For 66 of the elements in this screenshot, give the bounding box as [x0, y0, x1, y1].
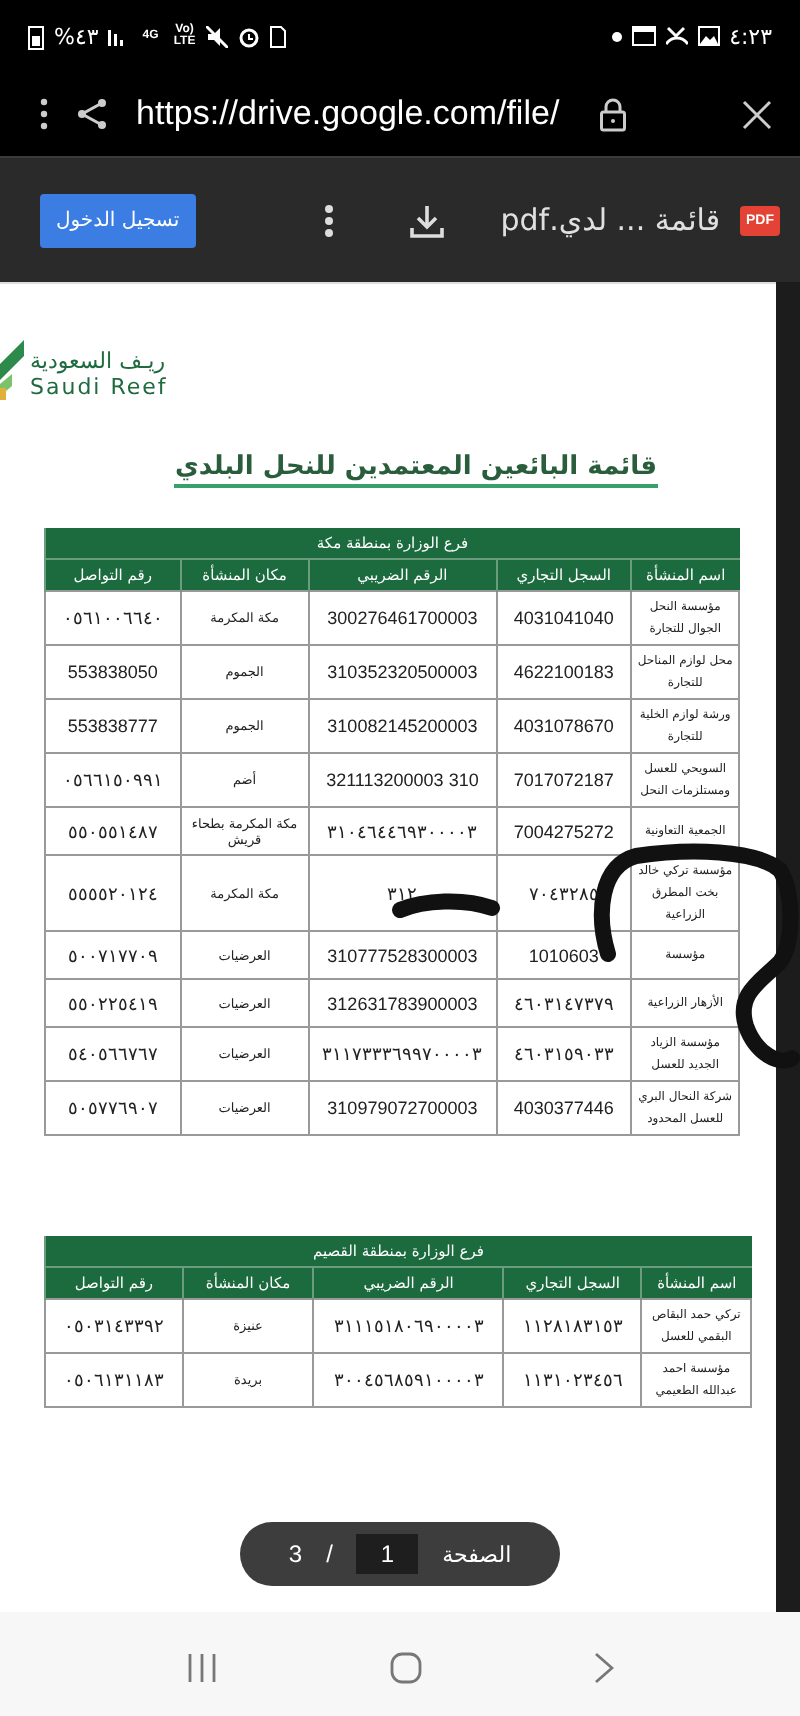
page-separator: /: [326, 1540, 333, 1568]
table-cell: 310979072700003: [308, 1081, 497, 1135]
table-cell: ٥٥٥٥٢٠١٢٤: [45, 855, 181, 931]
more-icon[interactable]: [324, 203, 335, 237]
table-cell: 300276461700003: [308, 591, 497, 645]
table-cell: ٥٥٠٥٥١٤٨٧: [45, 807, 181, 855]
url-text[interactable]: https://drive.google.com/file/: [136, 94, 572, 134]
table-cell: ٤٦٠٣١٤٧٣٧٩: [496, 979, 632, 1027]
mute-icon: [206, 25, 229, 47]
table-cell: ٣٠٠٤٥٦٨٥٩١٠٠٠٠٣: [313, 1353, 504, 1407]
document-title: قائمة البائعين المعتمدين للنحل البلدي: [174, 452, 658, 488]
sign-in-button[interactable]: تسجيل الدخول: [40, 193, 196, 247]
table-cell: 553838777: [45, 699, 181, 753]
battery-icon: [28, 23, 44, 49]
share-icon[interactable]: [76, 98, 108, 130]
table-cell: ٥٥٠٢٢٥٤١٩: [45, 979, 181, 1027]
clock: ٤:٢٣: [729, 23, 772, 49]
home-icon[interactable]: [390, 1651, 422, 1683]
sim-icon: [270, 25, 287, 47]
table-cell: ٠٥٠٣١٤٣٣٩٢: [45, 1299, 183, 1353]
page-total: 3: [288, 1540, 303, 1568]
logo-text: Saudi Reef: [30, 374, 168, 400]
table-cell: ٤٦٠٣١٥٩٠٣٣: [496, 1027, 632, 1081]
table-cell: ٣١١١٥١٨٠٦٩٠٠٠٠٣: [313, 1299, 504, 1353]
table-cell: ١١٢٨١٨٣١٥٣: [503, 1299, 642, 1353]
table-cell: 1010603: [496, 931, 632, 979]
dot-icon: [611, 31, 622, 41]
table-cell: 310 321113200003: [308, 753, 497, 807]
table-cell: ٣١٠٤٦٤٤٦٩٣٠٠٠٠٣: [308, 807, 497, 855]
back-icon[interactable]: [594, 1651, 614, 1683]
alarm-icon: [238, 25, 261, 47]
table-cell: 310777528300003: [308, 931, 497, 979]
file-name: قائمة ... لدي.pdf: [500, 202, 720, 238]
battery-percent: %٤٣: [54, 23, 99, 49]
table-cell: ٣١٢: [308, 855, 497, 931]
table-cell: ٣١١٧٣٣٣٦٩٩٧٠٠٠٠٣: [308, 1027, 497, 1081]
more-icon[interactable]: [40, 98, 48, 130]
recents-icon[interactable]: [186, 1653, 218, 1681]
image-icon: [697, 26, 720, 46]
close-icon[interactable]: [742, 99, 772, 129]
table-cell: ٠٥٦٦١٥٠٩٩١: [45, 753, 181, 807]
page-number-field[interactable]: 1: [356, 1534, 419, 1574]
table-cell: ٧٠٤٣٢٨٥: [496, 855, 632, 931]
table-cell: 4030377446: [496, 1081, 632, 1135]
logo-text: ريـف السعودية: [30, 348, 166, 374]
missed-call-icon: [665, 26, 688, 46]
download-icon[interactable]: [410, 203, 445, 237]
signal-icon: [108, 26, 129, 46]
table-cell: 7017072187: [496, 753, 632, 807]
table-cell: ١١٣١٠٢٣٤٥٦: [503, 1353, 642, 1407]
table-cell: 4031041040: [496, 591, 632, 645]
leaf-logo-icon: [0, 340, 24, 400]
table-cell: 310082145200003: [308, 699, 497, 753]
table-cell: ٥٠٥٧٧٦٩٠٧: [45, 1081, 181, 1135]
window-icon: [631, 26, 656, 46]
table-cell: 553838050: [45, 645, 181, 699]
table-cell: ٥٤٠٥٦٦٧٦٧: [45, 1027, 181, 1081]
table-cell: 310352320500003: [308, 645, 497, 699]
table-cell: ٥٠٠٧١٧٧٠٩: [45, 931, 181, 979]
lock-icon[interactable]: [600, 97, 626, 131]
table-cell: 312631783900003: [308, 979, 497, 1027]
page-label: الصفحة: [442, 1541, 512, 1567]
table-cell: 4031078670: [496, 699, 632, 753]
table-cell: ٠٥٠٦١٣١١٨٣: [45, 1353, 183, 1407]
table-cell: ٠٥٦١٠٠٦٦٤٠: [45, 591, 181, 645]
table-cell: 4622100183: [496, 645, 632, 699]
